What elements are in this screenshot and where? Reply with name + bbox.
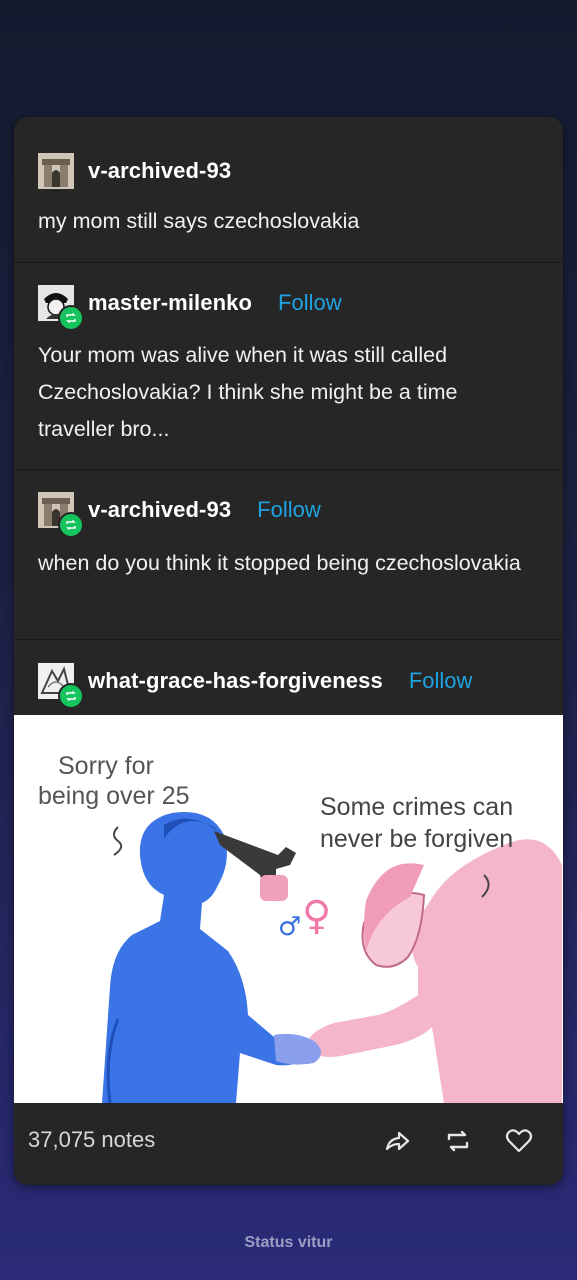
reblog-section-1: v-archived-93 my mom still says czechosl… <box>14 117 563 263</box>
post-footer: 37,075 notes <box>14 1103 563 1185</box>
svg-text:♂: ♂ <box>278 912 301 942</box>
follow-button[interactable]: Follow <box>409 668 473 694</box>
status-text: Status vitur <box>244 1234 333 1251</box>
username[interactable]: what-grace-has-forgiveness <box>88 668 383 694</box>
share-icon[interactable] <box>381 1125 413 1157</box>
meme-image[interactable]: ♂ ♀ Sorry for being over 25 Some crimes … <box>14 715 563 1103</box>
meme-caption-right-2: never be forgiven <box>320 825 514 853</box>
follow-button[interactable]: Follow <box>257 497 321 523</box>
avatar-milenko[interactable] <box>38 285 84 331</box>
avatar-arch[interactable] <box>38 492 84 538</box>
avatar-arch[interactable] <box>38 153 74 189</box>
reblog-section-3: v-archived-93 Follow when do you think i… <box>14 469 563 640</box>
reblog-section-2: master-milenko Follow Your mom was alive… <box>14 262 563 470</box>
avatar-grace[interactable] <box>38 663 84 709</box>
user-row: v-archived-93 <box>38 153 231 189</box>
notes-count[interactable]: 37,075 notes <box>28 1127 155 1153</box>
post-text: when do you think it stopped being czech… <box>38 551 521 575</box>
reblog-badge-icon <box>58 512 84 538</box>
post-text: Your mom was alive when it was still cal… <box>38 343 458 441</box>
reblog-icon[interactable] <box>442 1125 474 1157</box>
follow-button[interactable]: Follow <box>278 290 342 316</box>
meme-caption-left-2: being over 25 <box>38 782 190 810</box>
username[interactable]: v-archived-93 <box>88 158 231 184</box>
meme-caption-left-1: Sorry for <box>58 752 154 780</box>
user-row: master-milenko Follow <box>38 285 342 331</box>
reblog-section-4: what-grace-has-forgiveness Follow <box>14 639 563 715</box>
post-card: v-archived-93 my mom still says czechosl… <box>14 117 563 1185</box>
heart-icon[interactable] <box>503 1125 535 1157</box>
post-text: my mom still says czechoslovakia <box>38 209 360 233</box>
svg-text:♀: ♀ <box>302 893 331 939</box>
reblog-badge-icon <box>58 683 84 709</box>
user-row: what-grace-has-forgiveness Follow <box>38 663 473 709</box>
username[interactable]: v-archived-93 <box>88 497 231 523</box>
meme-caption-right-1: Some crimes can <box>320 793 514 821</box>
username[interactable]: master-milenko <box>88 290 252 316</box>
reblog-badge-icon <box>58 305 84 331</box>
user-row: v-archived-93 Follow <box>38 492 321 538</box>
